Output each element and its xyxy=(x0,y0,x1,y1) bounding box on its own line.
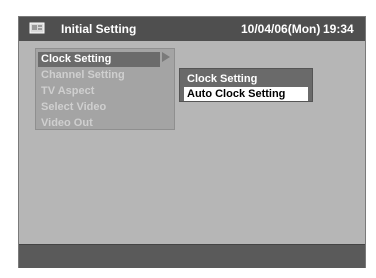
menu-item-video-out[interactable]: Video Out xyxy=(38,116,158,131)
menu-item-tv-aspect[interactable]: TV Aspect xyxy=(38,84,158,99)
title-bar: Initial Setting 10/04/06(Mon) 19:34 xyxy=(19,17,365,41)
setup-icon xyxy=(29,22,45,34)
menu-item-select-video[interactable]: Select Video xyxy=(38,100,158,115)
setup-screen: Initial Setting 10/04/06(Mon) 19:34 Cloc… xyxy=(18,16,366,268)
submenu-item-auto-clock-setting[interactable]: Auto Clock Setting xyxy=(184,87,308,101)
submenu-item-clock-setting[interactable]: Clock Setting xyxy=(184,72,308,86)
menu-item-clock-setting[interactable]: Clock Setting xyxy=(38,52,160,67)
time-display: 19:34 xyxy=(323,22,354,36)
chevron-right-icon xyxy=(162,52,170,62)
menu-item-channel-setting[interactable]: Channel Setting xyxy=(38,68,158,83)
setting-menu: Clock Setting Channel Setting TV Aspect … xyxy=(35,48,175,130)
page-title: Initial Setting xyxy=(61,22,137,36)
clock-submenu: Clock Setting Auto Clock Setting xyxy=(179,68,313,102)
status-bar xyxy=(19,244,365,268)
date-display: 10/04/06(Mon) xyxy=(241,22,321,36)
